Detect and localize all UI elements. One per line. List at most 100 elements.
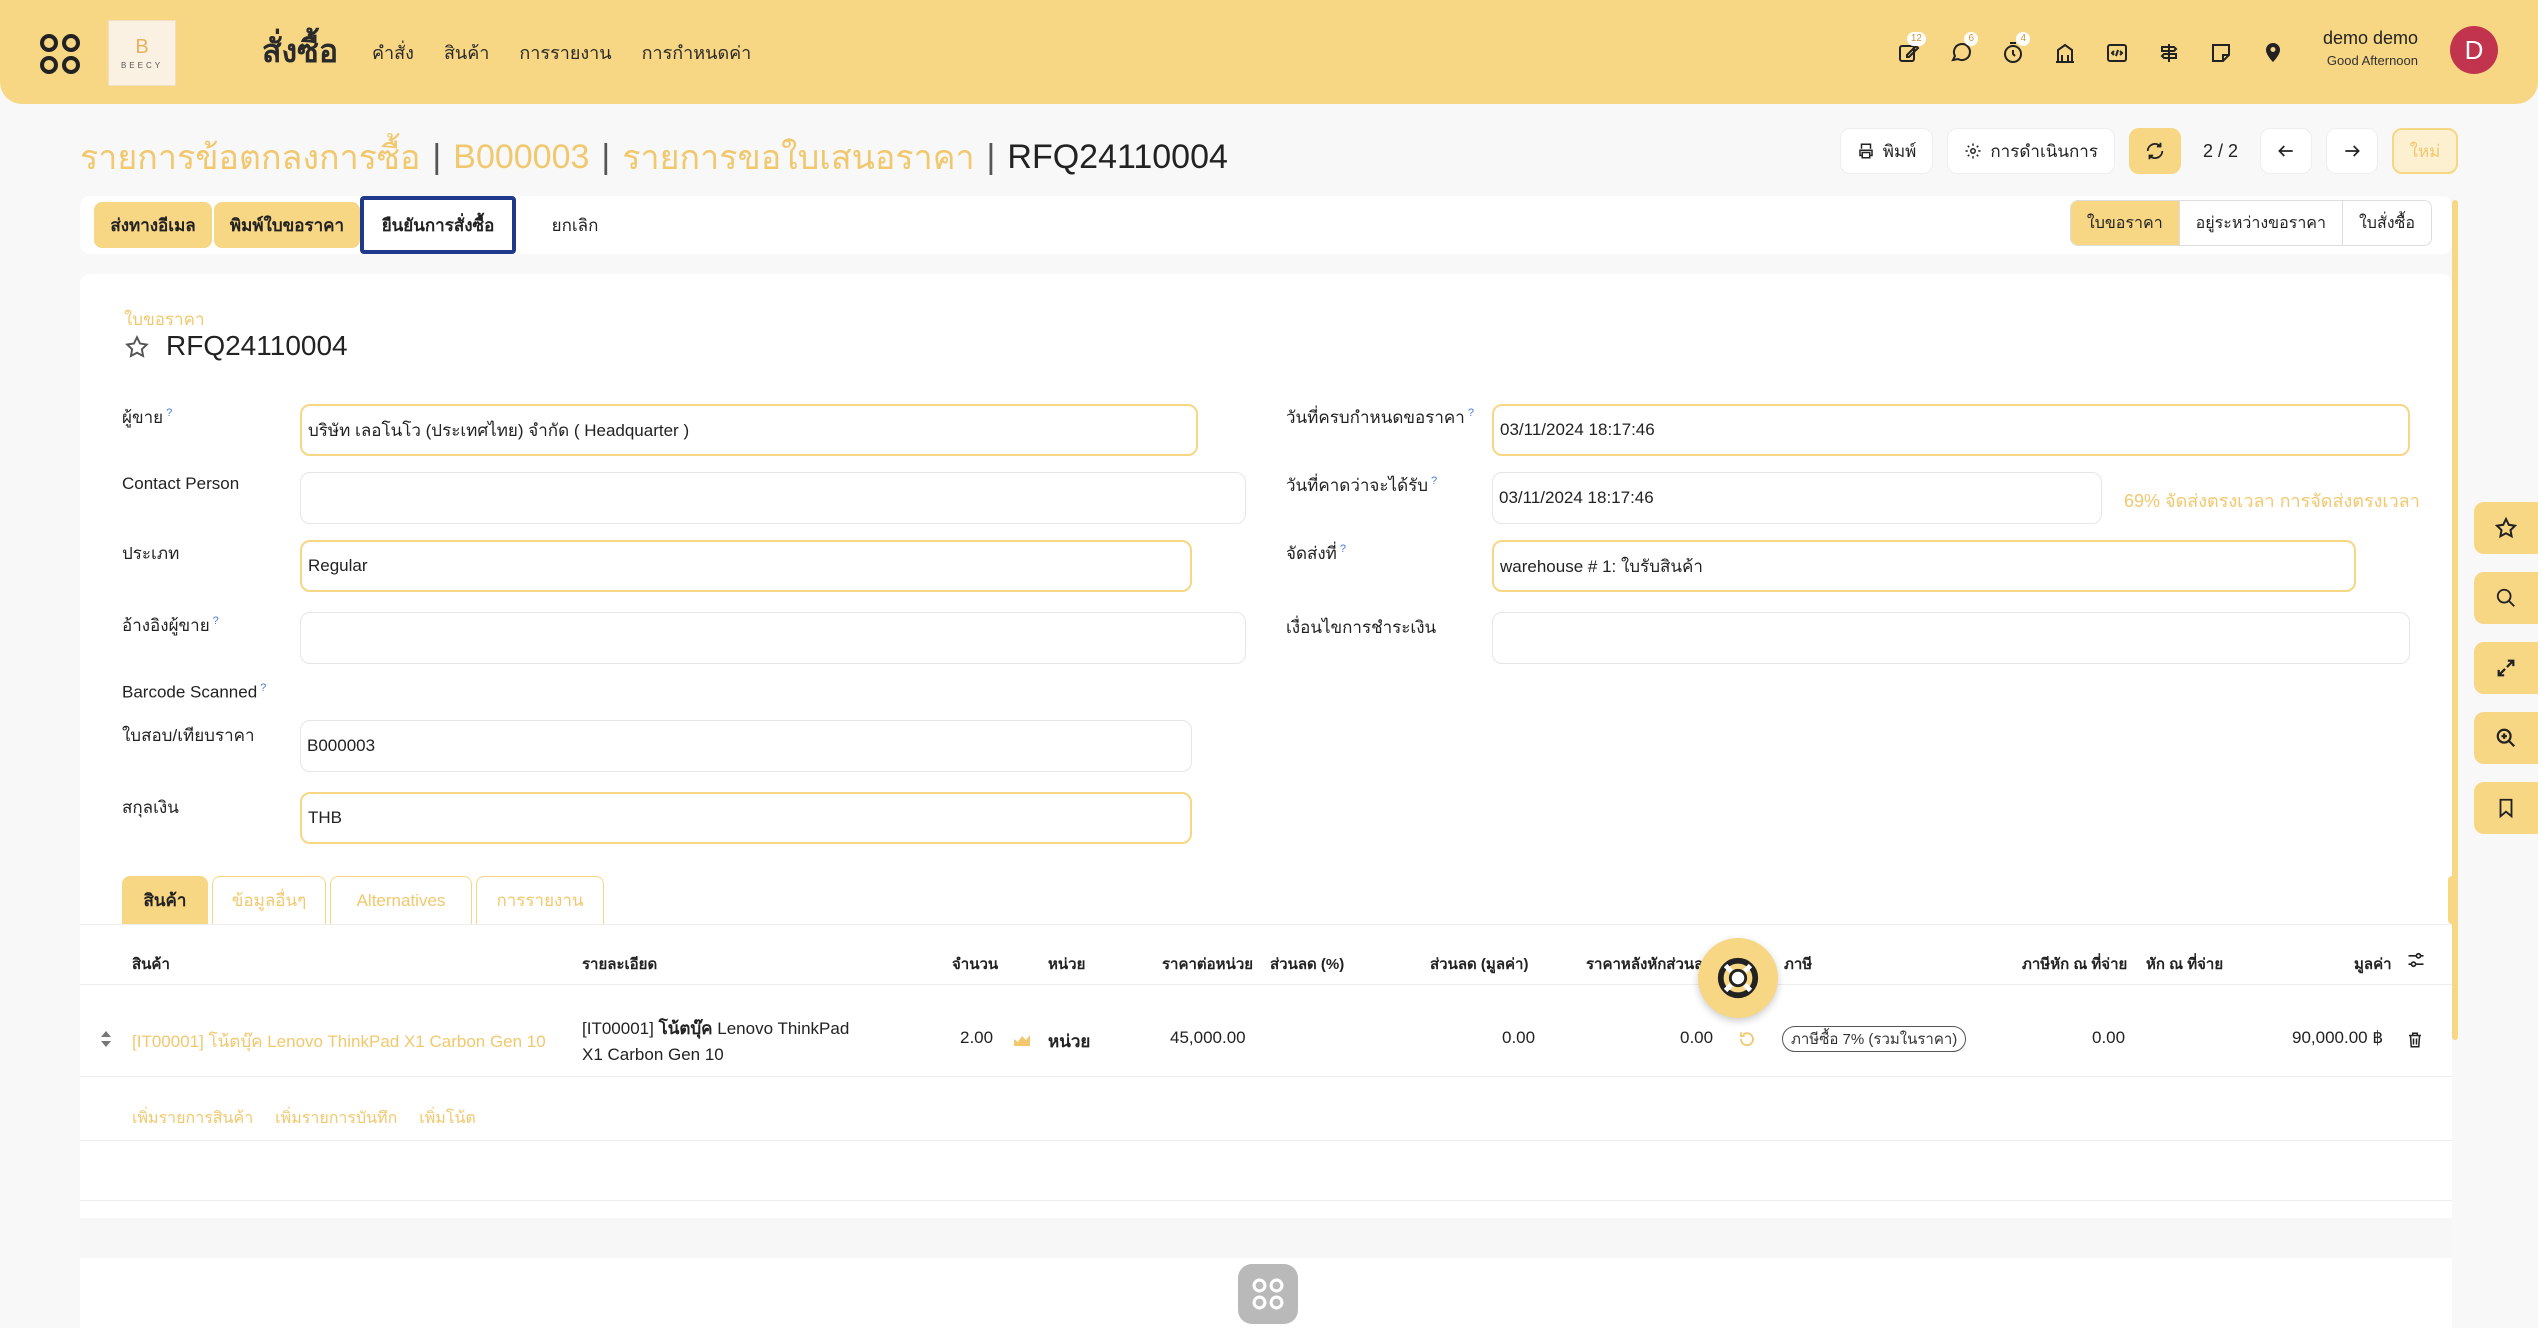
status-rfq[interactable]: ใบขอราคา [2070,201,2179,245]
col-product[interactable]: สินค้า [132,952,170,976]
expected-arrival-field[interactable]: 03/11/2024 18:17:46 [1492,472,2102,524]
refresh-button[interactable] [2128,128,2181,174]
row-quantity[interactable]: 2.00 [960,1028,993,1048]
expand-icon[interactable] [2474,642,2538,694]
favorite-star-icon[interactable] [2474,502,2538,554]
row-discount-amount[interactable]: 0.00 [1502,1028,1535,1048]
tab-products[interactable]: สินค้า [122,876,208,924]
breadcrumb-agreements[interactable]: รายการข้อตกลงการซื้อ [80,130,420,184]
deliver-to-field[interactable]: warehouse # 1: ใบรับสินค้า [1492,540,2356,592]
note-icon[interactable] [2202,34,2240,72]
tab-reporting[interactable]: การรายงาน [476,876,604,924]
search-icon[interactable] [2474,572,2538,624]
avatar[interactable]: D [2450,26,2498,74]
add-product-link[interactable]: เพิ่มรายการสินค้า [132,1106,253,1131]
col-description[interactable]: รายละเอียด [582,952,657,976]
next-record-button[interactable] [2326,128,2378,174]
breadcrumb-rfq-list[interactable]: รายการขอใบเสนอราคา [622,130,974,184]
new-button[interactable]: ใหม่ [2392,128,2458,174]
action-button[interactable]: การดำเนินการ [1947,128,2115,174]
row-product[interactable]: [IT00001] โน้ตบุ๊ค Lenovo ThinkPad X1 Ca… [132,1028,546,1055]
row-unit-price[interactable]: 45,000.00 [1170,1028,1246,1048]
status-rfq-sent[interactable]: อยู่ระหว่างขอราคา [2178,201,2342,245]
arrow-right-icon [2345,145,2360,157]
add-section-link[interactable]: เพิ่มรายการบันทึก [275,1106,397,1131]
optional-columns-icon[interactable] [2406,950,2426,970]
help-icon[interactable]: ? [213,615,219,627]
print-button[interactable]: พิมพ์ [1839,128,1934,174]
help-icon[interactable]: ? [260,682,266,694]
reset-icon[interactable] [1738,1030,1756,1048]
status-purchase-order[interactable]: ใบสั่งซื้อ [2341,201,2431,245]
col-unit-price[interactable]: ราคาต่อหน่วย [1162,952,1253,976]
confirm-order-button[interactable]: ยืนยันการสั่งซื้อ [360,196,516,254]
location-pin-icon[interactable] [2254,34,2292,72]
code-window-icon[interactable] [2098,34,2136,72]
app-title[interactable]: สั่งซื้อ [262,26,338,77]
pager-value[interactable]: 2 / 2 [2195,141,2246,162]
forecast-chart-icon[interactable] [1012,1030,1032,1048]
bookmark-icon[interactable] [2474,782,2538,834]
menu-products[interactable]: สินค้า [444,38,489,67]
row-uom[interactable]: หน่วย [1048,1028,1090,1055]
type-field[interactable]: Regular [300,540,1192,592]
deadline-field[interactable]: 03/11/2024 18:17:46 [1492,404,2410,456]
contact-person-label: Contact Person [122,474,240,493]
menu-orders[interactable]: คำสั่ง [372,38,414,67]
messages-icon[interactable]: 6 [1942,32,1980,72]
row-withholding-tax[interactable]: 0.00 [2092,1028,2125,1048]
timer-icon[interactable]: 4 [1994,32,2032,72]
send-email-button[interactable]: ส่งทางอีเมล [94,202,212,248]
help-icon[interactable]: ? [166,407,172,419]
user-menu[interactable]: demo demo Good Afternoon [2323,28,2418,68]
col-uom[interactable]: หน่วย [1048,952,1085,976]
add-note-link[interactable]: เพิ่มโน้ต [419,1106,475,1131]
cancel-button[interactable]: ยกเลิก [520,202,630,248]
zoom-in-icon[interactable] [2474,712,2538,764]
star-icon[interactable] [124,334,150,360]
col-discount-amount[interactable]: ส่วนลด (มูลค่า) [1430,952,1528,976]
barcode-scanned-label: Barcode Scanned? [122,682,267,702]
company-building-icon[interactable] [2046,34,2084,72]
col-net-price[interactable]: ราคาหลังหักส่วนลด [1586,952,1713,976]
on-time-rate[interactable]: 69% จัดส่งตรงเวลา การจัดส่งตรงเวลา [2124,486,2420,515]
currency-field[interactable]: THB [300,792,1192,844]
scrollbar-thumb[interactable] [2448,876,2458,924]
tab-alternatives[interactable]: Alternatives [330,876,472,924]
messages-badge: 6 [1964,32,1978,46]
drag-handle-icon[interactable] [100,1030,112,1048]
col-quantity[interactable]: จำนวน [952,952,998,976]
row-subtotal[interactable]: 90,000.00 ฿ [2292,1028,2383,1048]
systray: 12 6 4 [1890,32,2292,72]
home-apps-button[interactable] [1238,1264,1298,1324]
col-taxes[interactable]: ภาษี [1784,952,1812,976]
breadcrumb-agreement-b000003[interactable]: B000003 [453,138,589,177]
row-description[interactable]: [IT00001] โน้ตบุ๊ค Lenovo ThinkPad X1 Ca… [582,1016,849,1068]
menu-configuration[interactable]: การกำหนดค่า [642,38,752,67]
col-withholding[interactable]: หัก ณ ที่จ่าย [2146,952,2223,976]
col-subtotal[interactable]: มูลค่า [2354,952,2392,976]
vendor-reference-field[interactable] [300,612,1246,664]
help-icon[interactable]: ? [1468,407,1474,419]
agreement-field[interactable]: B000003 [300,720,1192,772]
support-chat-button[interactable] [1698,938,1778,1018]
payment-terms-field[interactable] [1492,612,2410,664]
vendor-reference-label: อ้างอิงผู้ขาย? [122,615,219,635]
col-discount-pct[interactable]: ส่วนลด (%) [1270,952,1344,976]
print-rfq-button[interactable]: พิมพ์ใบขอราคา [214,202,360,248]
contact-person-field[interactable] [300,472,1246,524]
vendor-field[interactable]: บริษัท เลอโนโว (ประเทศไทย) จำกัด ( Headq… [300,404,1198,456]
menu-reporting[interactable]: การรายงาน [519,38,611,67]
delete-row-icon[interactable] [2406,1030,2424,1050]
previous-record-button[interactable] [2260,128,2312,174]
col-withholding-tax[interactable]: ภาษีหัก ณ ที่จ่าย [2022,952,2127,976]
help-icon[interactable]: ? [1431,475,1437,487]
company-logo[interactable]: B BEECY [108,20,176,86]
tax-tag[interactable]: ภาษีซื้อ 7% (รวมในราคา) [1782,1026,1967,1052]
tab-other-info[interactable]: ข้อมูลอื่นๆ [212,876,326,924]
activity-edit-icon[interactable]: 12 [1890,32,1928,72]
help-icon[interactable]: ? [1340,543,1346,555]
signpost-icon[interactable] [2150,34,2188,72]
row-net-price[interactable]: 0.00 [1680,1028,1713,1048]
apps-menu-icon[interactable] [38,32,82,76]
